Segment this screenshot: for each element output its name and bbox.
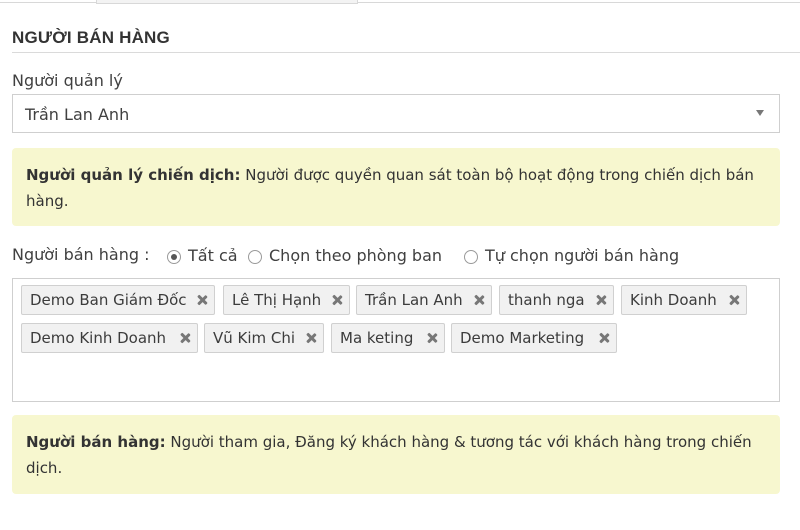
tag-label: Kinh Doanh: [630, 291, 717, 309]
top-divider-left: [0, 2, 96, 3]
manager-label: Người quản lý: [12, 71, 123, 90]
close-icon[interactable]: [729, 295, 739, 305]
tag-label: Ma keting: [340, 329, 414, 347]
tag-label: Demo Marketing: [460, 329, 585, 347]
tag-demo-ban-giam-doc: Demo Ban Giám Đốc: [21, 285, 215, 315]
sales-tag-input[interactable]: Demo Ban Giám Đốc Lê Thị Hạnh Trần Lan A…: [12, 278, 780, 402]
tag-le-thi-hanh: Lê Thị Hạnh: [223, 285, 350, 315]
tag-label: Vũ Kim Chi: [213, 329, 296, 347]
tag-ma-keting: Ma keting: [331, 323, 445, 353]
tag-vu-kim-chi: Vũ Kim Chi: [204, 323, 324, 353]
radio-button[interactable]: [248, 250, 262, 264]
sales-note-title: Người bán hàng:: [26, 433, 166, 451]
close-icon[interactable]: [197, 295, 207, 305]
manager-select[interactable]: Trần Lan Anh: [12, 94, 780, 133]
radio-button-checked[interactable]: [167, 250, 181, 264]
top-divider-right: [358, 2, 800, 3]
manager-note-title: Người quản lý chiến dịch:: [26, 166, 241, 184]
close-icon[interactable]: [180, 333, 190, 343]
tag-label: Trần Lan Anh: [365, 291, 463, 309]
close-icon[interactable]: [306, 333, 316, 343]
close-icon[interactable]: [474, 295, 484, 305]
chevron-down-icon[interactable]: [756, 110, 764, 116]
manager-note: Người quản lý chiến dịch: Người được quy…: [12, 148, 780, 226]
manager-selected-value: Trần Lan Anh: [25, 105, 130, 124]
tag-label: thanh nga: [508, 291, 585, 309]
radio-by-department-label[interactable]: Chọn theo phòng ban: [269, 246, 442, 265]
tag-demo-kinh-doanh: Demo Kinh Doanh: [21, 323, 198, 353]
tag-label: Demo Ban Giám Đốc: [30, 291, 187, 309]
tag-label: Lê Thị Hạnh: [232, 291, 322, 309]
radio-button[interactable]: [464, 250, 478, 264]
tag-tran-lan-anh: Trần Lan Anh: [356, 285, 492, 315]
tag-demo-marketing: Demo Marketing: [451, 323, 617, 353]
close-icon[interactable]: [332, 295, 342, 305]
sales-selection-row: Người bán hàng : Tất cả Chọn theo phòng …: [12, 245, 792, 271]
sales-label: Người bán hàng :: [12, 245, 150, 264]
sales-note: Người bán hàng: Người tham gia, Đăng ký …: [12, 415, 780, 494]
close-icon[interactable]: [599, 333, 609, 343]
tag-kinh-doanh: Kinh Doanh: [621, 285, 747, 315]
top-tab[interactable]: [96, 0, 358, 4]
section-title: NGƯỜI BÁN HÀNG: [12, 28, 170, 47]
close-icon[interactable]: [427, 333, 437, 343]
close-icon[interactable]: [596, 295, 606, 305]
radio-all-label[interactable]: Tất cả: [188, 246, 238, 265]
radio-custom-sellers-label[interactable]: Tự chọn người bán hàng: [485, 246, 679, 265]
section-divider: [12, 52, 800, 53]
tag-label: Demo Kinh Doanh: [30, 329, 167, 347]
top-tab-strip: [0, 0, 800, 4]
tag-thanh-nga: thanh nga: [499, 285, 614, 315]
